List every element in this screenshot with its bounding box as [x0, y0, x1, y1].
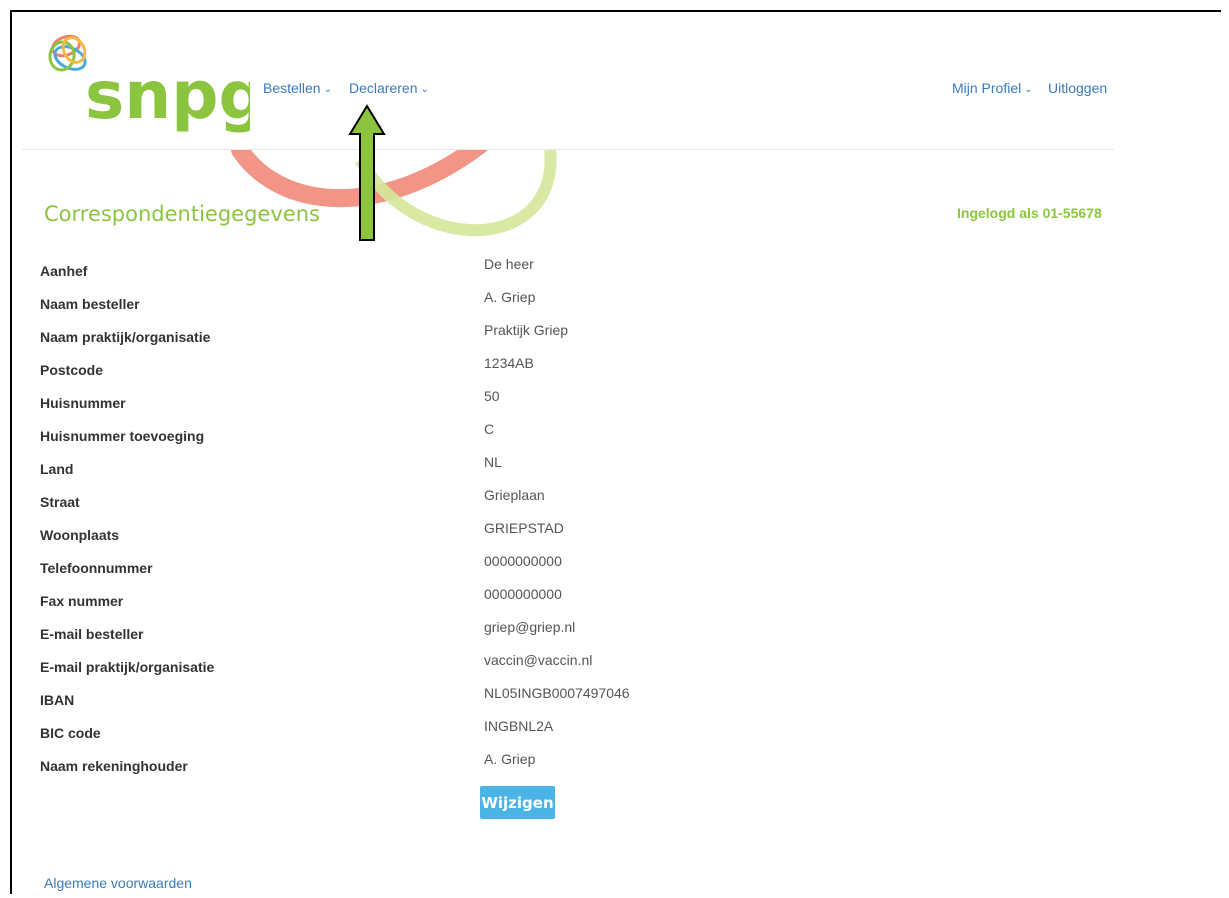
nav-declareren[interactable]: Declareren ⌄ [349, 80, 429, 96]
field-value: GRIEPSTAD [484, 520, 564, 536]
nav-mijn-profiel[interactable]: Mijn Profiel ⌄ [952, 80, 1033, 96]
chevron-down-icon: ⌄ [323, 84, 332, 95]
field-row: Naam praktijk/organisatie Praktijk Griep [0, 318, 1200, 351]
field-value: Grieplaan [484, 487, 545, 503]
field-row: Fax nummer 0000000000 [0, 582, 1200, 615]
chevron-down-icon: ⌄ [420, 84, 429, 95]
logged-in-status: Ingelogd als 01-55678 [957, 205, 1102, 221]
field-label: Land [40, 461, 74, 477]
field-value: A. Griep [484, 751, 536, 767]
field-row: Telefoonnummer 0000000000 [0, 549, 1200, 582]
field-label: Naam besteller [40, 296, 140, 312]
logo-text: snpg [85, 57, 250, 134]
field-row: Huisnummer toevoeging C [0, 417, 1200, 450]
annotation-arrow-icon [348, 104, 386, 241]
field-label: E-mail praktijk/organisatie [40, 659, 215, 675]
field-row: IBAN NL05INGB0007497046 [0, 681, 1200, 714]
field-row: Aanhef De heer [0, 252, 1200, 285]
field-value: griep@griep.nl [484, 619, 576, 635]
field-row: Naam besteller A. Griep [0, 285, 1200, 318]
field-value: INGBNL2A [484, 718, 554, 734]
field-value: NL [484, 454, 502, 470]
field-label: Fax nummer [40, 593, 124, 609]
field-label: Naam rekeninghouder [40, 758, 188, 774]
page-title: Correspondentiegegevens [44, 202, 320, 226]
decorative-swoosh [231, 150, 557, 237]
field-value: Praktijk Griep [484, 322, 569, 338]
nav-declareren-label: Declareren [349, 80, 418, 96]
field-label: E-mail besteller [40, 626, 144, 642]
field-row: Straat Grieplaan [0, 483, 1200, 516]
field-row: Land NL [0, 450, 1200, 483]
chevron-down-icon: ⌄ [1024, 84, 1033, 95]
field-value: 0000000000 [484, 586, 562, 602]
field-value: 0000000000 [484, 553, 562, 569]
field-row: Naam rekeninghouder A. Griep [0, 747, 1200, 780]
nav-uitloggen[interactable]: Uitloggen [1048, 80, 1107, 96]
field-label: Naam praktijk/organisatie [40, 329, 211, 345]
nav-bestellen[interactable]: Bestellen ⌄ [263, 80, 332, 96]
field-label: Huisnummer toevoeging [40, 428, 205, 444]
field-value: De heer [484, 256, 534, 272]
field-value: C [484, 421, 495, 437]
field-row: Woonplaats GRIEPSTAD [0, 516, 1200, 549]
field-row: BIC code INGBNL2A [0, 714, 1200, 747]
field-label: BIC code [40, 725, 101, 741]
header-divider [22, 149, 1114, 150]
field-label: IBAN [40, 692, 75, 708]
field-value: 1234AB [484, 355, 534, 371]
field-value: 50 [484, 388, 500, 404]
field-row: E-mail besteller griep@griep.nl [0, 615, 1200, 648]
field-row: Postcode 1234AB [0, 351, 1200, 384]
field-value: NL05INGB0007497046 [484, 685, 630, 701]
field-label: Woonplaats [40, 527, 120, 543]
snpg-logo: snpg [48, 34, 250, 134]
field-label: Straat [40, 494, 80, 510]
field-value: vaccin@vaccin.nl [484, 652, 593, 668]
field-label: Telefoonnummer [40, 560, 153, 576]
terms-link[interactable]: Algemene voorwaarden [44, 875, 192, 891]
field-row: Huisnummer 50 [0, 384, 1200, 417]
field-label: Postcode [40, 362, 104, 378]
edit-button[interactable]: Wijzigen [480, 786, 555, 819]
field-value: A. Griep [484, 289, 536, 305]
nav-mijn-profiel-label: Mijn Profiel [952, 80, 1022, 96]
field-row: E-mail praktijk/organisatie vaccin@vaccin… [0, 648, 1200, 681]
field-label: Huisnummer [40, 395, 126, 411]
field-label: Aanhef [40, 263, 88, 279]
nav-bestellen-label: Bestellen [263, 80, 321, 96]
